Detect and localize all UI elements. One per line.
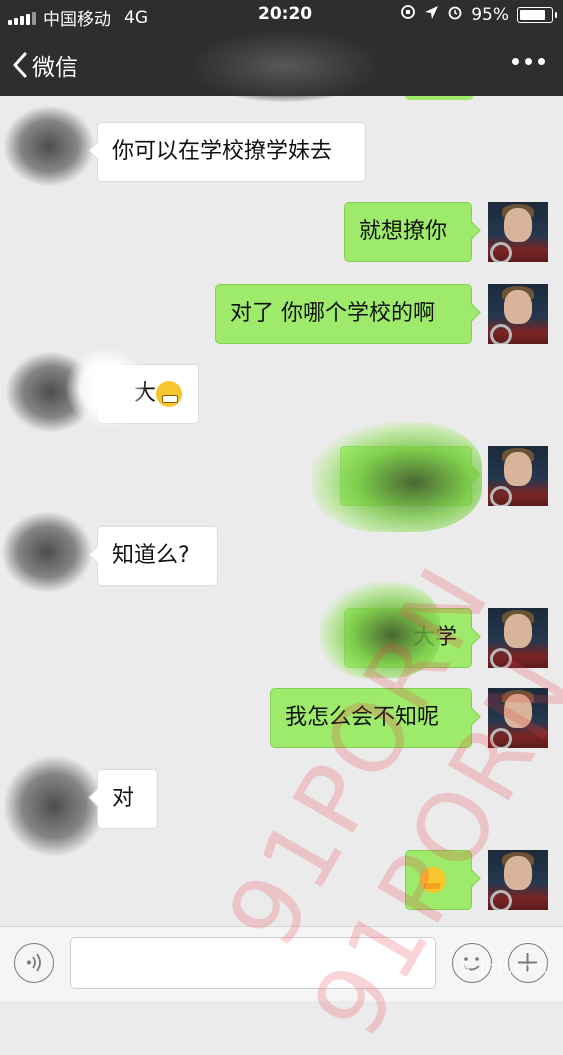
- previous-bubble-edge: [405, 96, 473, 100]
- avatar-redacted: [2, 512, 92, 592]
- nav-bar: 微信: [0, 30, 563, 102]
- emoji-icon[interactable]: [452, 943, 492, 983]
- message-bubble[interactable]: 知道么?: [97, 526, 218, 586]
- back-button[interactable]: 微信: [12, 48, 78, 82]
- message-input[interactable]: [70, 937, 436, 989]
- chat-area[interactable]: 你可以在学校撩学妹去 就想撩你 对了 你哪个学校的啊 大 知道么? 大学 我怎么…: [0, 96, 563, 926]
- status-left: 中国移动 4G: [8, 5, 148, 30]
- message-bubble[interactable]: [405, 850, 472, 910]
- message-bubble[interactable]: 就想撩你: [344, 202, 472, 262]
- avatar[interactable]: [488, 446, 548, 506]
- message-bubble[interactable]: 对: [97, 769, 158, 829]
- redaction-mark: [66, 348, 146, 428]
- clock: 20:20: [258, 4, 313, 24]
- signal-icon: [8, 11, 36, 25]
- avatar[interactable]: [488, 608, 548, 668]
- location-icon: [424, 5, 439, 25]
- battery-percent: 95%: [471, 4, 509, 25]
- avatar[interactable]: [488, 284, 548, 344]
- hug-emoji: [420, 867, 446, 893]
- redaction-scribble: [312, 422, 482, 532]
- input-bar: [0, 926, 563, 1001]
- status-bar: 中国移动 4G 20:20 95%: [0, 0, 563, 30]
- more-dots-icon[interactable]: [512, 58, 545, 65]
- carrier-label: 中国移动: [43, 10, 111, 30]
- contact-name-redacted: [190, 30, 380, 102]
- redaction-scribble: [320, 582, 440, 678]
- voice-icon[interactable]: [14, 943, 54, 983]
- message-bubble[interactable]: 我怎么会不知呢: [270, 688, 472, 748]
- avatar[interactable]: [488, 688, 548, 748]
- network-label: 4G: [124, 7, 148, 28]
- plus-icon[interactable]: [508, 943, 548, 983]
- avatar-redacted: [4, 756, 104, 856]
- avatar[interactable]: [488, 202, 548, 262]
- avatar[interactable]: [488, 850, 548, 910]
- grimace-emoji: [156, 381, 183, 407]
- status-right: 95%: [400, 4, 557, 25]
- back-label: 微信: [32, 55, 78, 81]
- battery-icon: [517, 6, 557, 23]
- avatar-redacted: [4, 106, 94, 186]
- message-bubble[interactable]: 对了 你哪个学校的啊: [215, 284, 472, 344]
- alarm-icon: [447, 4, 463, 25]
- rotation-lock-icon: [400, 4, 416, 25]
- chevron-left-icon: [13, 52, 27, 78]
- message-bubble[interactable]: 你可以在学校撩学妹去: [97, 122, 366, 182]
